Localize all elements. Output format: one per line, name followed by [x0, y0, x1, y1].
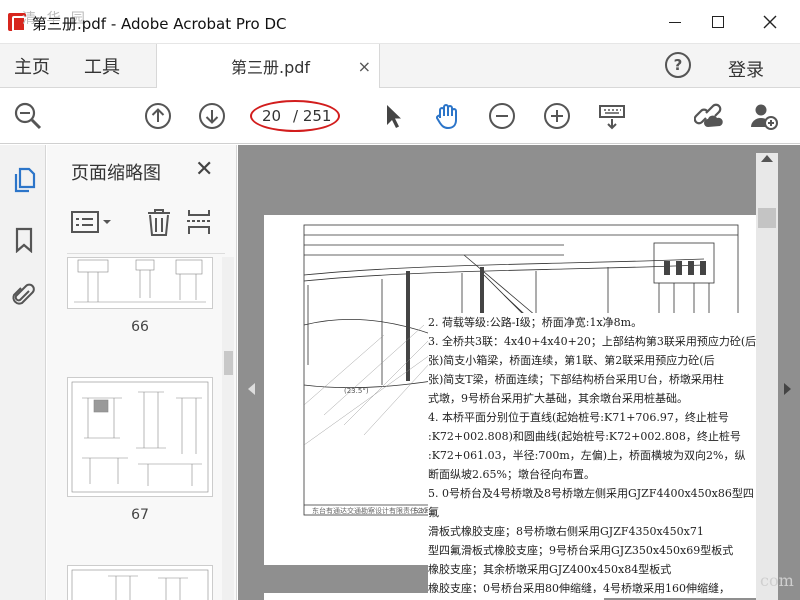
- note-line: 5. 0号桥台及4号桥墩及8号桥墩左侧采用GJZF4400x450x86型四氟: [428, 487, 754, 519]
- note-line: 3. 全桥共3联：4x40+4x40+20；上部结构第3联采用预应力砼(后: [428, 335, 757, 348]
- note-line: 断面纵坡2.65%；墩台径向布置。: [428, 468, 595, 481]
- add-user-icon[interactable]: [749, 101, 779, 131]
- page-up-icon[interactable]: [143, 101, 173, 131]
- note-line: 滑板式橡胶支座；8号桥墩右侧采用GJZF4350x450x71: [428, 525, 704, 538]
- delete-icon[interactable]: [145, 207, 173, 237]
- note-line: 橡胶支座；其余桥墩采用GJZ400x450x84型板式: [428, 563, 672, 576]
- navigation-rail: [0, 145, 46, 600]
- thumbnail-list: 66 67: [47, 257, 217, 600]
- toolbar: [0, 88, 800, 144]
- thumbnail-scrollbar[interactable]: [222, 257, 234, 600]
- scroll-up-icon[interactable]: [761, 155, 773, 162]
- help-button[interactable]: ?: [665, 52, 691, 78]
- page-number-input[interactable]: 20: [262, 107, 281, 125]
- note-line: 式墩，9号桥台采用扩大基础，其余墩台采用桩基础。: [428, 392, 688, 405]
- collapse-left-icon[interactable]: [248, 383, 255, 395]
- title-bar: 清 华 园 第三册.pdf - Adobe Acrobat Pro DC: [0, 0, 800, 44]
- login-button[interactable]: 登录: [728, 56, 764, 82]
- thumbnail-page-68[interactable]: [67, 565, 213, 600]
- bookmark-icon[interactable]: [12, 227, 36, 254]
- thumbnail-page-67[interactable]: [67, 377, 213, 497]
- next-page-edge: [264, 593, 604, 600]
- document-view: (23.5°) 东台有通达交通勘察设计有限责任公司 S309线略东段 2. 荷载…: [238, 145, 800, 600]
- note-line: 张)简支小箱梁，桥面连续，第1联、第2联采用预应力砼(后: [428, 354, 715, 367]
- panel-title: 页面缩略图: [71, 163, 161, 184]
- select-arrow-icon[interactable]: [378, 101, 408, 131]
- close-icon: [763, 15, 777, 29]
- panel-toolbar: [67, 205, 237, 239]
- maximize-icon: [712, 16, 724, 28]
- page-extract-icon[interactable]: [185, 207, 213, 237]
- note-line: :K72+061.03，半径:700m，左偏)上，桥面横坡为双向2%，纵: [428, 449, 746, 462]
- thumbnail-scroll-thumb[interactable]: [224, 351, 233, 375]
- minimize-icon: [669, 21, 681, 23]
- tab-document-label: 第三册.pdf: [231, 58, 311, 77]
- attachment-icon[interactable]: [12, 282, 36, 308]
- tab-close-icon[interactable]: ×: [358, 57, 371, 76]
- thumbnail-page-66[interactable]: [67, 257, 213, 309]
- thumbnail-page-number: 67: [131, 507, 149, 523]
- document-scroll-thumb[interactable]: [758, 208, 776, 228]
- thumbnail-options-icon[interactable]: [71, 209, 113, 235]
- note-line: 4. 本桥平面分别位于直线(起始桩号:K71+706.97，终止桩号: [428, 411, 729, 424]
- page-total: / 251: [293, 107, 332, 125]
- tab-document[interactable]: 第三册.pdf ×: [156, 44, 380, 88]
- link-share-icon[interactable]: [694, 101, 724, 131]
- expand-right-icon[interactable]: [784, 383, 791, 395]
- drawing-label: (23.5°): [344, 387, 369, 395]
- thumbnail-panel: 页面缩略图 ✕ 66 67: [47, 145, 237, 600]
- maximize-button[interactable]: [693, 0, 743, 44]
- tab-home[interactable]: 主页: [14, 44, 50, 88]
- pages-icon[interactable]: [12, 167, 36, 193]
- page-down-icon[interactable]: [197, 101, 227, 131]
- close-window-button[interactable]: [745, 0, 795, 44]
- panel-close-icon[interactable]: ✕: [195, 157, 213, 182]
- zoom-out-icon[interactable]: [487, 101, 517, 131]
- zoom-search-icon[interactable]: [13, 101, 43, 131]
- note-line: 张)简支T梁，桥面连续；下部结构桥台采用U台，桥墩采用柱: [428, 373, 724, 386]
- zoom-in-icon[interactable]: [542, 101, 572, 131]
- keyboard-scroll-icon[interactable]: [597, 101, 627, 131]
- tab-tools[interactable]: 工具: [84, 44, 120, 88]
- hand-tool-icon[interactable]: [432, 101, 462, 131]
- note-line: 型四氟滑板式橡胶支座；9号桥台采用GJZ350x450x69型板式: [428, 544, 734, 557]
- note-line: :K72+002.808)和圆曲线(起始桩号:K72+002.808，终止桩号: [428, 430, 741, 443]
- window-title: 第三册.pdf - Adobe Acrobat Pro DC: [32, 15, 287, 33]
- watermark-text: com: [760, 571, 794, 590]
- thumbnail-page-number: 66: [131, 319, 149, 335]
- design-notes: 2. 荷载等级:公路-Ⅰ级；桥面净宽:1x净8m。 3. 全桥共3联：4x40+…: [428, 313, 758, 598]
- note-line: 2. 荷载等级:公路-Ⅰ级；桥面净宽:1x净8m。: [428, 316, 643, 329]
- panel-divider: [67, 253, 225, 254]
